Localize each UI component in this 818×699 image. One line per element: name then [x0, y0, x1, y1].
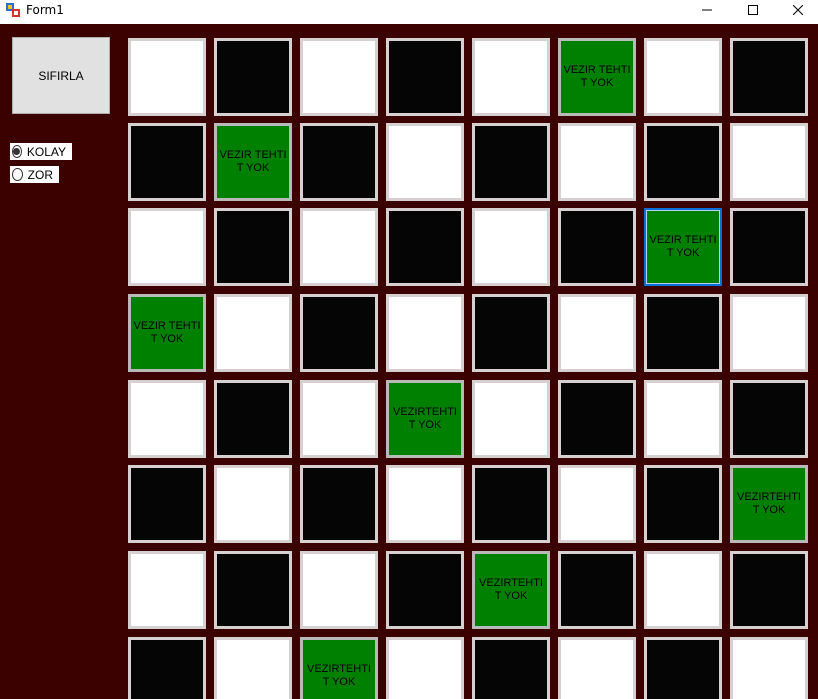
board-cell[interactable]	[128, 637, 206, 699]
board-cell[interactable]	[128, 208, 206, 286]
board-cell[interactable]	[214, 637, 292, 699]
board-cell[interactable]	[128, 38, 206, 116]
board-cell[interactable]	[730, 294, 808, 372]
board-cell[interactable]	[558, 294, 636, 372]
board-cell[interactable]	[472, 465, 550, 543]
board-cell[interactable]	[214, 380, 292, 458]
board-cell[interactable]	[730, 38, 808, 116]
board-cell[interactable]	[300, 551, 378, 629]
board-cell[interactable]	[644, 38, 722, 116]
board-cell[interactable]	[386, 551, 464, 629]
board-cell[interactable]	[386, 465, 464, 543]
board-cell[interactable]	[472, 637, 550, 699]
board-cell[interactable]: VEZIR TEHTIT YOK	[644, 208, 722, 286]
title-bar: Form1	[0, 0, 818, 24]
board-cell[interactable]: VEZIR TEHTIT YOK	[128, 294, 206, 372]
board-cell[interactable]	[472, 38, 550, 116]
maximize-button[interactable]	[730, 0, 776, 22]
close-button[interactable]	[775, 0, 818, 22]
board-cell[interactable]	[300, 123, 378, 201]
form-icon	[6, 3, 20, 17]
minimize-icon	[702, 4, 712, 18]
board-cell[interactable]	[558, 465, 636, 543]
board-cell[interactable]	[214, 38, 292, 116]
board-cell[interactable]	[730, 551, 808, 629]
board-cell[interactable]	[128, 551, 206, 629]
form-client-area: SIFIRLA KOLAY ZOR VEZIR TEHTIT YOK VEZIR …	[0, 24, 818, 699]
board-cell[interactable]	[300, 208, 378, 286]
board-cell[interactable]	[214, 551, 292, 629]
board-cell[interactable]: VEZIRTEHTIT YOK	[386, 380, 464, 458]
board-cell[interactable]	[644, 551, 722, 629]
board-cell[interactable]	[644, 637, 722, 699]
board-cell[interactable]	[128, 465, 206, 543]
board-cell[interactable]	[300, 380, 378, 458]
board-cell[interactable]	[644, 123, 722, 201]
board-cell[interactable]	[558, 637, 636, 699]
board-cell[interactable]: VEZIRTEHTIT YOK	[300, 637, 378, 699]
board-cell[interactable]	[300, 465, 378, 543]
window-title: Form1	[26, 3, 64, 17]
board-cell[interactable]	[214, 208, 292, 286]
board-cell[interactable]	[558, 208, 636, 286]
board-cell[interactable]	[558, 380, 636, 458]
board-cell[interactable]	[214, 465, 292, 543]
board-cell[interactable]: VEZIRTEHTIT YOK	[730, 465, 808, 543]
board-cell[interactable]	[128, 380, 206, 458]
board-cell[interactable]: VEZIRTEHTIT YOK	[472, 551, 550, 629]
board-cell[interactable]	[386, 294, 464, 372]
board-cell[interactable]	[730, 380, 808, 458]
close-icon	[792, 4, 804, 18]
board-cell[interactable]	[472, 380, 550, 458]
minimize-button[interactable]	[684, 0, 730, 22]
board-cell[interactable]	[300, 294, 378, 372]
board-cell[interactable]	[386, 123, 464, 201]
board-cell[interactable]	[386, 208, 464, 286]
board-cell[interactable]	[214, 294, 292, 372]
board-cell[interactable]	[644, 380, 722, 458]
board-cell[interactable]	[128, 123, 206, 201]
board-cell[interactable]	[730, 637, 808, 699]
board-cell[interactable]	[472, 123, 550, 201]
board-cell[interactable]	[472, 294, 550, 372]
board-cell[interactable]	[644, 294, 722, 372]
board-cell[interactable]	[558, 123, 636, 201]
maximize-icon	[748, 4, 758, 18]
board-cell[interactable]	[644, 465, 722, 543]
board-cell[interactable]	[730, 208, 808, 286]
board-cell[interactable]	[730, 123, 808, 201]
board-cell[interactable]	[386, 38, 464, 116]
chess-board: VEZIR TEHTIT YOK VEZIR TEHTIT YOK VEZIR TE…	[0, 24, 818, 699]
board-cell[interactable]	[558, 551, 636, 629]
board-cell[interactable]: VEZIR TEHTIT YOK	[558, 38, 636, 116]
board-cell[interactable]	[300, 38, 378, 116]
board-cell[interactable]	[386, 637, 464, 699]
board-cell[interactable]: VEZIR TEHTIT YOK	[214, 123, 292, 201]
board-cell[interactable]	[472, 208, 550, 286]
